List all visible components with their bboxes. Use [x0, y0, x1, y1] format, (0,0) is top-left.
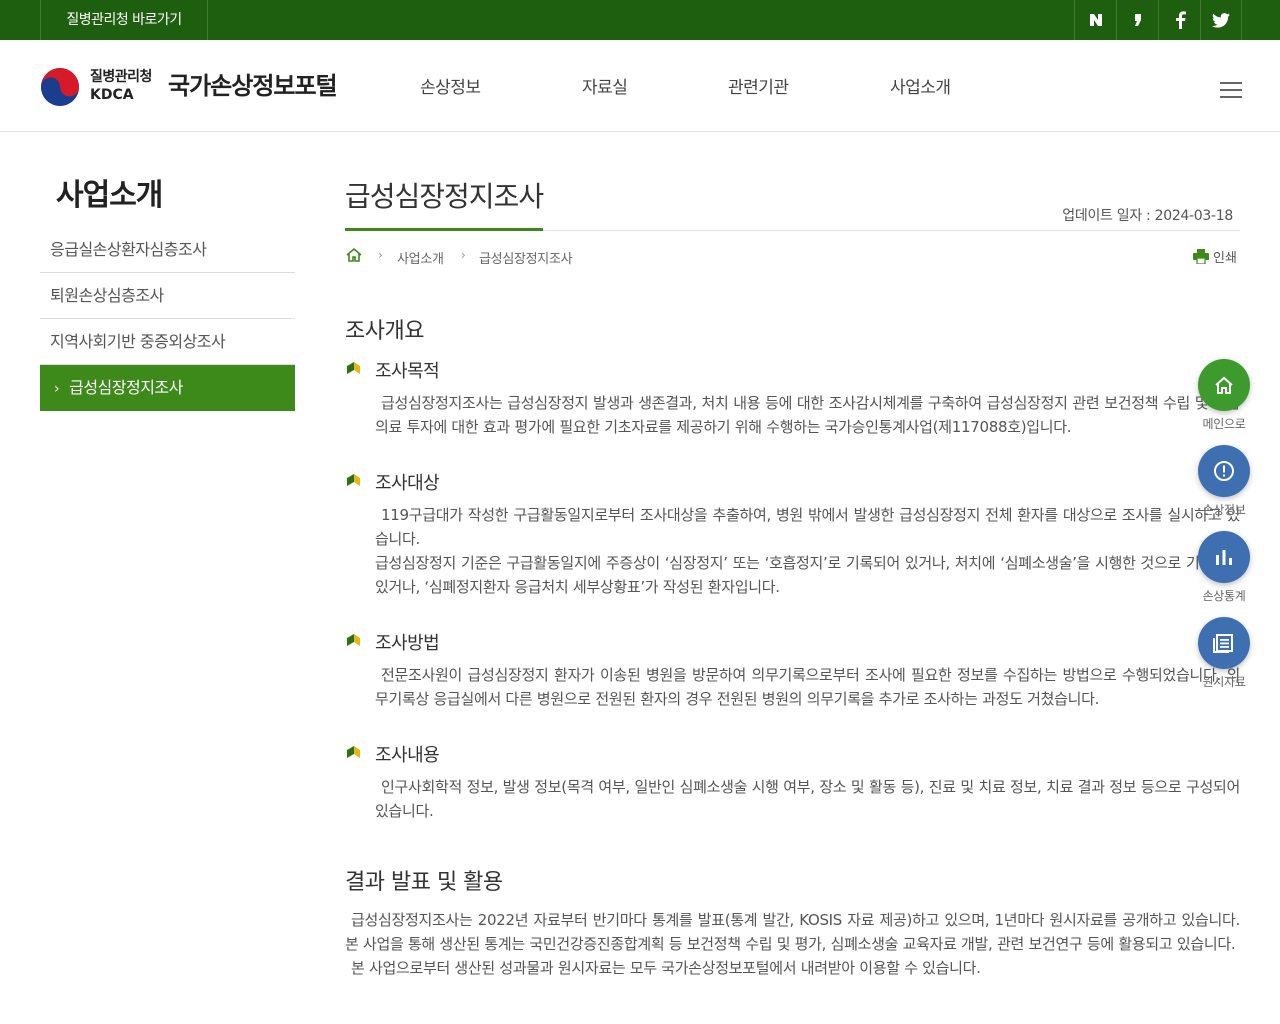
- nav-business-intro[interactable]: 사업소개: [890, 73, 951, 98]
- quick-menu-label: 원시자료: [1202, 675, 1246, 689]
- sidebar-item-label: 급성심장정지조사: [69, 378, 183, 397]
- nav-data-room[interactable]: 자료실: [582, 73, 628, 98]
- nav-injury-info[interactable]: 손상정보: [420, 73, 481, 98]
- top-bar: 질병관리청 바로가기: [0, 0, 1280, 40]
- print-label: 인쇄: [1213, 251, 1237, 266]
- breadcrumb-home-icon[interactable]: [345, 247, 363, 263]
- paragraph: 인구사회학적 정보, 발생 정보(목격 여부, 일반인 심폐소생술 시행 여부,…: [375, 778, 1240, 820]
- page-title: 급성심장정지조사: [345, 180, 544, 213]
- breadcrumb-item[interactable]: 사업소개: [397, 248, 444, 267]
- sidebar-item-er-injury-survey[interactable]: 응급실손상환자심층조사: [40, 227, 295, 273]
- update-date: 업데이트 일자 : 2024-03-18: [1062, 208, 1233, 224]
- sidebar-item-community-trauma-survey[interactable]: 지역사회기반 중증외상조사: [40, 319, 295, 365]
- paragraph: 본 사업으로부터 생산된 성과물과 원시자료는 모두 국가손상정보포털에서 내려…: [351, 959, 981, 977]
- paragraph: 급성심장정지 기준은 구급활동일지에 주증상이 ‘심장정지’ 또는 ‘호흡정지’…: [375, 554, 1240, 596]
- subsection-title-content: 조사내용: [375, 745, 440, 766]
- subsection-text-target: 119구급대가 작성한 구급활동일지로부터 조사대상을 추출하여, 병원 밖에서…: [375, 503, 1240, 599]
- org-name-korean[interactable]: 질병관리청: [90, 66, 152, 86]
- quick-menu-main[interactable]: 메인으로: [1198, 359, 1250, 432]
- print-button[interactable]: 인쇄: [1193, 247, 1237, 266]
- document-icon: [1198, 617, 1250, 669]
- quick-menu-label: 손상정보: [1202, 503, 1246, 517]
- section-title-results: 결과 발표 및 활용: [345, 870, 503, 895]
- facebook-icon[interactable]: [1158, 0, 1200, 40]
- bar-chart-icon: [1198, 531, 1250, 583]
- naver-blog-icon[interactable]: [1074, 0, 1116, 40]
- paragraph: 전문조사원이 급성심장정지 환자가 이송된 병원을 방문하여 의무기록으로부터 …: [375, 666, 1240, 708]
- twitter-icon[interactable]: [1200, 0, 1242, 40]
- bullet-icon: [347, 634, 360, 646]
- subsection-title-method: 조사방법: [375, 633, 440, 654]
- subsection-text-method: 전문조사원이 급성심장정지 환자가 이송된 병원을 방문하여 의무기록으로부터 …: [375, 663, 1240, 711]
- subsection-text-content: 인구사회학적 정보, 발생 정보(목격 여부, 일반인 심폐소생술 시행 여부,…: [375, 775, 1240, 823]
- breadcrumb-current[interactable]: 급성심장정지조사: [479, 248, 573, 267]
- quick-menu-raw-data[interactable]: 원시자료: [1198, 617, 1250, 690]
- breadcrumb-separator-icon: ›: [461, 248, 466, 262]
- paragraph: 급성심장정지조사는 2022년 자료부터 반기마다 통계를 발표(통계 발간, …: [345, 911, 1240, 953]
- sidebar-item-cardiac-arrest-survey[interactable]: › 급성심장정지조사: [40, 365, 295, 411]
- sidebar-title: 사업소개: [56, 178, 163, 213]
- subsection-title-target: 조사대상: [375, 473, 440, 494]
- alert-icon: [1198, 445, 1250, 497]
- section-text-results: 급성심장정지조사는 2022년 자료부터 반기마다 통계를 발표(통계 발간, …: [345, 908, 1240, 980]
- quick-menu-label: 손상통계: [1202, 589, 1246, 603]
- title-accent-underline: [345, 228, 543, 231]
- chevron-right-icon: ›: [54, 381, 60, 397]
- subsection-text-purpose: 급성심장정지조사는 급성심장정지 발생과 생존결과, 처치 내용 등에 대한 조…: [375, 391, 1240, 439]
- sidebar-item-discharge-injury-survey[interactable]: 퇴원손상심층조사: [40, 273, 295, 319]
- paragraph: 119구급대가 작성한 구급활동일지로부터 조사대상을 추출하여, 병원 밖에서…: [375, 506, 1240, 548]
- nav-related-orgs[interactable]: 관련기관: [728, 73, 789, 98]
- paragraph: 급성심장정지조사는 급성심장정지 발생과 생존결과, 처치 내용 등에 대한 조…: [375, 394, 1240, 436]
- kdca-shortcut-link[interactable]: 질병관리청 바로가기: [40, 0, 208, 40]
- kdca-emblem-icon[interactable]: [40, 67, 80, 107]
- quick-menu-injury-info[interactable]: 손상정보: [1198, 445, 1250, 518]
- org-name-english[interactable]: KDCA: [90, 87, 134, 103]
- home-icon: [1198, 359, 1250, 411]
- printer-icon: [1193, 249, 1209, 264]
- quick-menu-injury-stats[interactable]: 손상통계: [1198, 531, 1250, 604]
- kakao-story-icon[interactable]: [1116, 0, 1158, 40]
- subsection-title-purpose: 조사목적: [375, 361, 440, 382]
- bullet-icon: [347, 474, 360, 486]
- hamburger-menu-icon[interactable]: [1220, 82, 1242, 98]
- quick-menu-label: 메인으로: [1202, 417, 1246, 431]
- bullet-icon: [347, 746, 360, 758]
- section-title-overview: 조사개요: [345, 319, 424, 344]
- site-header: 질병관리청 KDCA 국가손상정보포털 손상정보 자료실 관련기관 사업소개: [0, 40, 1280, 132]
- portal-title-logo[interactable]: 국가손상정보포털: [168, 66, 338, 101]
- breadcrumb-separator-icon: ›: [378, 248, 383, 262]
- bullet-icon: [347, 362, 360, 374]
